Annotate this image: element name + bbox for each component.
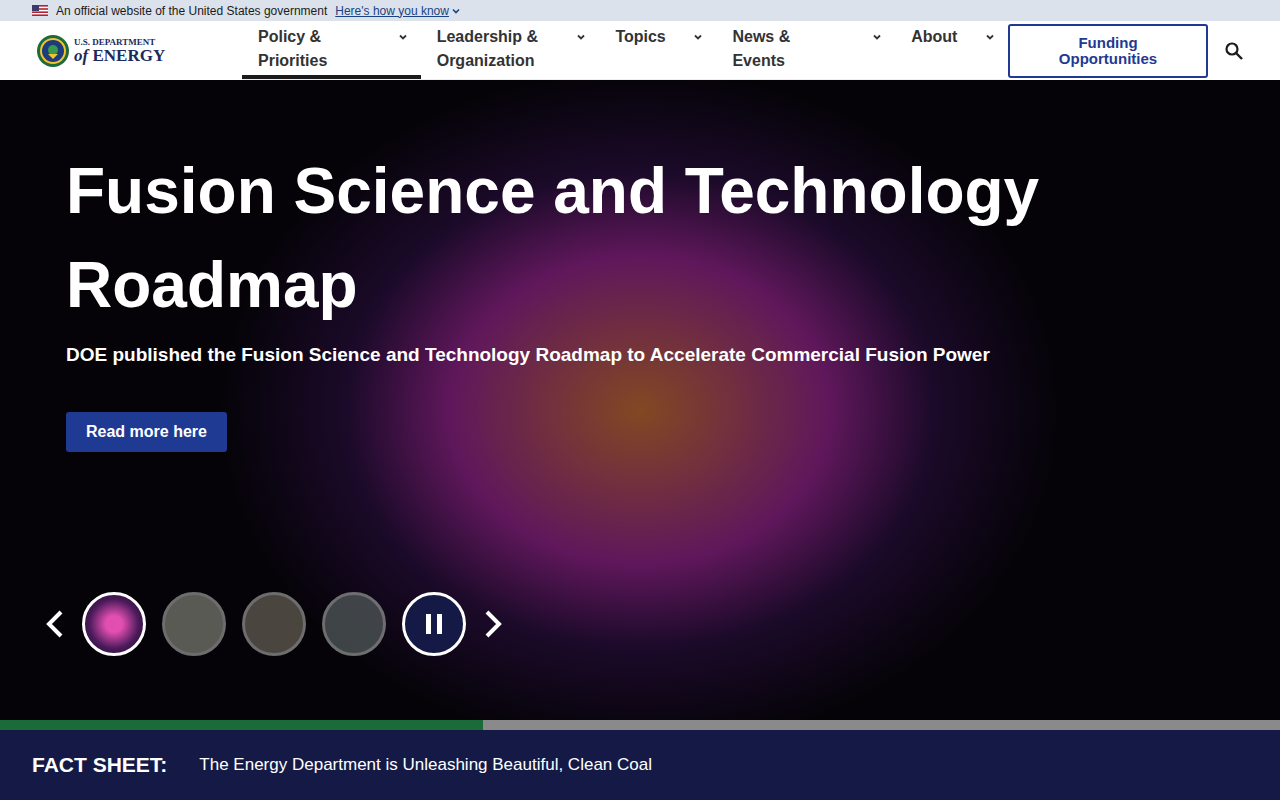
fact-sheet-label: FACT SHEET:	[32, 753, 167, 777]
site-header: U.S. DEPARTMENT of ENERGY Policy & Prior…	[0, 21, 1280, 80]
pause-button[interactable]	[402, 592, 466, 656]
page: An official website of the United States…	[0, 0, 1280, 800]
nav-item[interactable]: News & Events	[716, 21, 895, 79]
carousel-controls	[44, 592, 504, 656]
chevron-down-icon	[397, 31, 409, 43]
fact-sheet-bar: FACT SHEET: The Energy Department is Unl…	[0, 730, 1280, 800]
chevron-down-icon	[451, 6, 461, 16]
nav-item[interactable]: Topics	[599, 21, 716, 79]
slide-thumbnail[interactable]	[322, 592, 386, 656]
nav-item[interactable]: Leadership & Organization	[421, 21, 600, 79]
logo-line-2: of ENERGY	[74, 47, 165, 64]
how-you-know-link[interactable]: Here's how you know	[335, 4, 461, 18]
logo-line-1: U.S. DEPARTMENT	[74, 38, 165, 47]
chevron-down-icon	[575, 31, 587, 43]
gov-banner: An official website of the United States…	[0, 0, 1280, 21]
pause-icon	[424, 613, 444, 635]
chevron-left-icon	[44, 609, 66, 639]
main-nav: Policy & Priorities Leadership & Organiz…	[242, 21, 1008, 80]
nav-item[interactable]: About	[895, 21, 1008, 79]
next-button[interactable]	[482, 609, 504, 639]
gov-text: An official website of the United States…	[56, 4, 327, 18]
chevron-down-icon	[871, 31, 883, 43]
search-button[interactable]	[1208, 21, 1248, 80]
us-flag-icon	[32, 5, 48, 16]
hero-subtitle: DOE published the Fusion Science and Tec…	[66, 344, 990, 366]
read-more-button[interactable]: Read more here	[66, 412, 227, 452]
previous-button[interactable]	[44, 609, 66, 639]
doe-logo[interactable]: U.S. DEPARTMENT of ENERGY	[36, 21, 206, 80]
progress-fill	[0, 720, 483, 730]
hero-carousel: Fusion Science and Technology Roadmap DO…	[0, 80, 1280, 720]
search-icon	[1224, 41, 1244, 61]
nav-item[interactable]: Policy & Priorities	[242, 21, 421, 79]
fact-sheet-link[interactable]: The Energy Department is Unleashing Beau…	[199, 755, 652, 775]
slide-thumbnail[interactable]	[242, 592, 306, 656]
doe-seal-icon	[36, 34, 70, 68]
chevron-down-icon	[984, 31, 996, 43]
slide-thumbnail[interactable]	[162, 592, 226, 656]
hero-title: Fusion Science and Technology Roadmap	[66, 144, 1186, 332]
funding-opportunities-button[interactable]: Funding Opportunities	[1008, 24, 1208, 78]
carousel-progress	[0, 720, 1280, 730]
chevron-right-icon	[482, 609, 504, 639]
chevron-down-icon	[692, 31, 704, 43]
slide-thumbnail[interactable]	[82, 592, 146, 656]
